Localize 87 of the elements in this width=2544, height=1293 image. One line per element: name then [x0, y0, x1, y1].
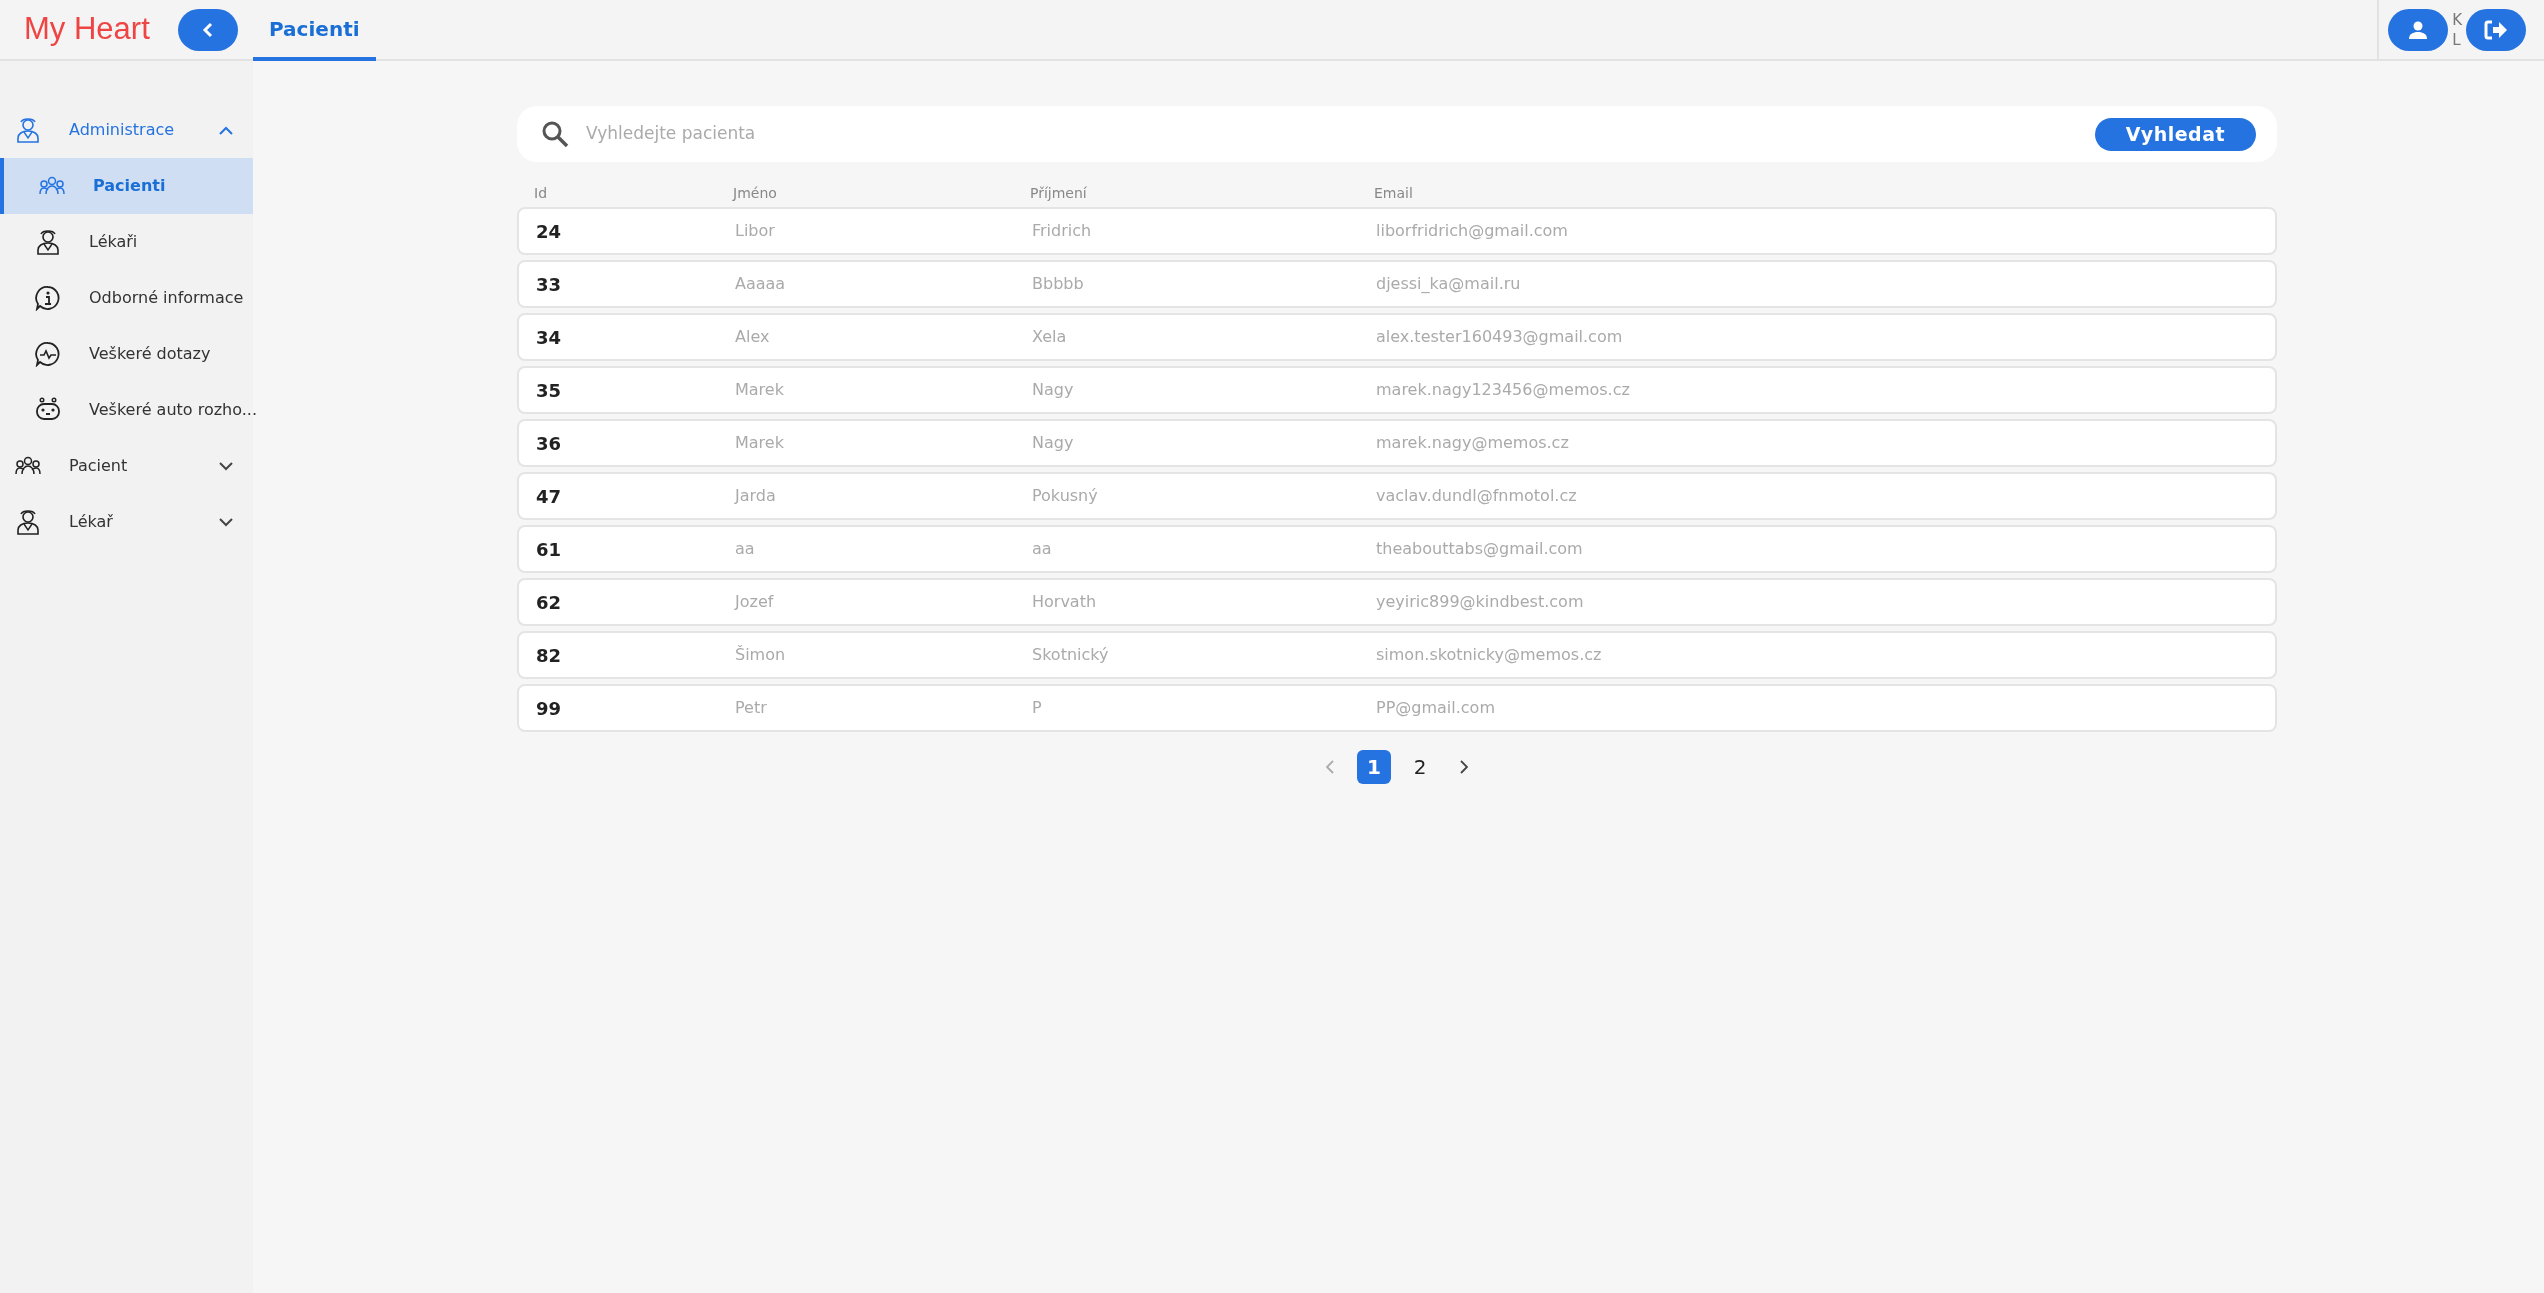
table-cell-text: 61: [536, 537, 563, 562]
table-row[interactable]: 99 Petr P PP@gmail.com: [517, 684, 2277, 732]
table-cell-text: Xela: [1032, 326, 1068, 348]
table-cell-text: Marek: [735, 379, 785, 401]
table-row[interactable]: 33 Aaaaa Bbbbb djessi_ka@mail.ru: [517, 260, 2277, 308]
table-cell-text: aa: [735, 538, 756, 560]
table-cell-text: 35: [536, 378, 563, 403]
column-header: Id: [534, 183, 548, 203]
table-cell-text: Jarda: [735, 485, 777, 507]
table-cell-text: Pokusný: [1032, 485, 1099, 507]
table-cell-text: 24: [536, 219, 563, 244]
table-cell-text: aa: [1032, 538, 1053, 560]
table-row[interactable]: 34 Alex Xela alex.tester160493@gmail.com: [517, 313, 2277, 361]
user-icon: [2408, 19, 2429, 40]
table-row[interactable]: 61 aa aa theabouttabs@gmail.com: [517, 525, 2277, 573]
pulse-bubble-icon: [35, 341, 61, 367]
logout-button[interactable]: [2466, 8, 2526, 51]
table-cell-text: Alex: [735, 326, 771, 348]
table-cell-text: 33: [536, 272, 563, 297]
table-cell-text: 82: [536, 643, 563, 668]
logout-icon: [2484, 19, 2508, 40]
profile-button[interactable]: [2388, 8, 2449, 51]
table-cell-text: 99: [536, 696, 563, 721]
table-cell-text: Jozef: [735, 591, 775, 613]
search-field[interactable]: Vyhledejte pacienta Vyhledat: [517, 106, 2277, 162]
page-button[interactable]: 1: [1357, 750, 1391, 784]
table-cell-text: Horvath: [1032, 591, 1098, 613]
chevron-up-icon: [219, 125, 233, 135]
table-cell-text: djessi_ka@mail.ru: [1376, 273, 1522, 295]
search-icon: [541, 120, 569, 148]
sidebar-item[interactable]: Lékař: [0, 494, 253, 550]
table-cell-text: P: [1032, 697, 1043, 719]
table-cell-text: marek.nagy123456@memos.cz: [1376, 379, 1631, 401]
table-cell-text: 62: [536, 590, 563, 615]
table-cell-text: Šimon: [735, 644, 787, 666]
sidebar-item[interactable]: Pacient: [0, 438, 253, 494]
table-cell-text: simon.skotnicky@memos.cz: [1376, 644, 1603, 666]
table-row[interactable]: 47 Jarda Pokusný vaclav.dundl@fnmotol.cz: [517, 472, 2277, 520]
page-button[interactable]: 2: [1403, 750, 1437, 784]
column-header: Jméno: [733, 183, 778, 203]
table-row[interactable]: 36 Marek Nagy marek.nagy@memos.cz: [517, 419, 2277, 467]
user-initial: L: [2452, 29, 2462, 50]
table-cell-text: Nagy: [1032, 432, 1075, 454]
table-cell-text: alex.tester160493@gmail.com: [1376, 326, 1624, 348]
column-header: Email: [1374, 183, 1414, 203]
table-cell-text: Bbbbb: [1032, 273, 1085, 295]
table-cell-text: Aaaaa: [735, 273, 787, 295]
table-cell-text: marek.nagy@memos.cz: [1376, 432, 1570, 454]
chevron-down-icon: [219, 461, 233, 471]
table-cell-text: Skotnický: [1032, 644, 1110, 666]
table-cell-text: vaclav.dundl@fnmotol.cz: [1376, 485, 1578, 507]
table-cell-text: Petr: [735, 697, 768, 719]
info-bubble-icon: [35, 285, 61, 311]
table-cell-text: 47: [536, 484, 563, 509]
sidebar-item[interactable]: Administrace: [0, 102, 253, 158]
sidebar-item[interactable]: Odborné informace: [0, 270, 253, 326]
search-button[interactable]: Vyhledat: [2094, 117, 2256, 151]
doctor-icon: [15, 117, 41, 143]
doctor-icon: [15, 509, 41, 535]
table-row[interactable]: 82 Šimon Skotnický simon.skotnicky@memos.cz: [517, 631, 2277, 679]
chevron-down-icon: [219, 517, 233, 527]
collapse-button[interactable]: [178, 8, 238, 51]
robot-icon: [35, 397, 61, 423]
table-cell-text: Libor: [735, 220, 776, 242]
table-row[interactable]: 35 Marek Nagy marek.nagy123456@memos.cz: [517, 366, 2277, 414]
page-tab[interactable]: Pacienti: [253, 0, 376, 61]
chevron-left-icon: [1326, 760, 1334, 774]
table-cell-text: PP@gmail.com: [1376, 697, 1496, 719]
user-initial: K: [2452, 9, 2462, 30]
column-header: Příjmení: [1030, 183, 1088, 203]
chevron-right-icon: [1460, 760, 1468, 774]
table-row[interactable]: 24 Libor Fridrich liborfridrich@gmail.com: [517, 207, 2277, 255]
sidebar-item[interactable]: Lékaři: [0, 214, 253, 270]
app-logo: My Heart: [24, 10, 150, 49]
table-cell-text: Nagy: [1032, 379, 1075, 401]
table-cell-text: yeyiric899@kindbest.com: [1376, 591, 1585, 613]
table-cell-text: 36: [536, 431, 563, 456]
chevron-left-icon: [202, 21, 214, 38]
table-cell-text: Marek: [735, 432, 785, 454]
table-cell-text: liborfridrich@gmail.com: [1376, 220, 1569, 242]
table-row[interactable]: 62 Jozef Horvath yeyiric899@kindbest.com: [517, 578, 2277, 626]
table-cell-text: theabouttabs@gmail.com: [1376, 538, 1584, 560]
table-cell-text: Fridrich: [1032, 220, 1093, 242]
sidebar-item[interactable]: Pacienti: [0, 158, 253, 214]
sidebar-item[interactable]: Veškeré dotazy: [0, 326, 253, 382]
doctor-icon: [35, 229, 61, 255]
table-cell-text: 34: [536, 325, 563, 350]
